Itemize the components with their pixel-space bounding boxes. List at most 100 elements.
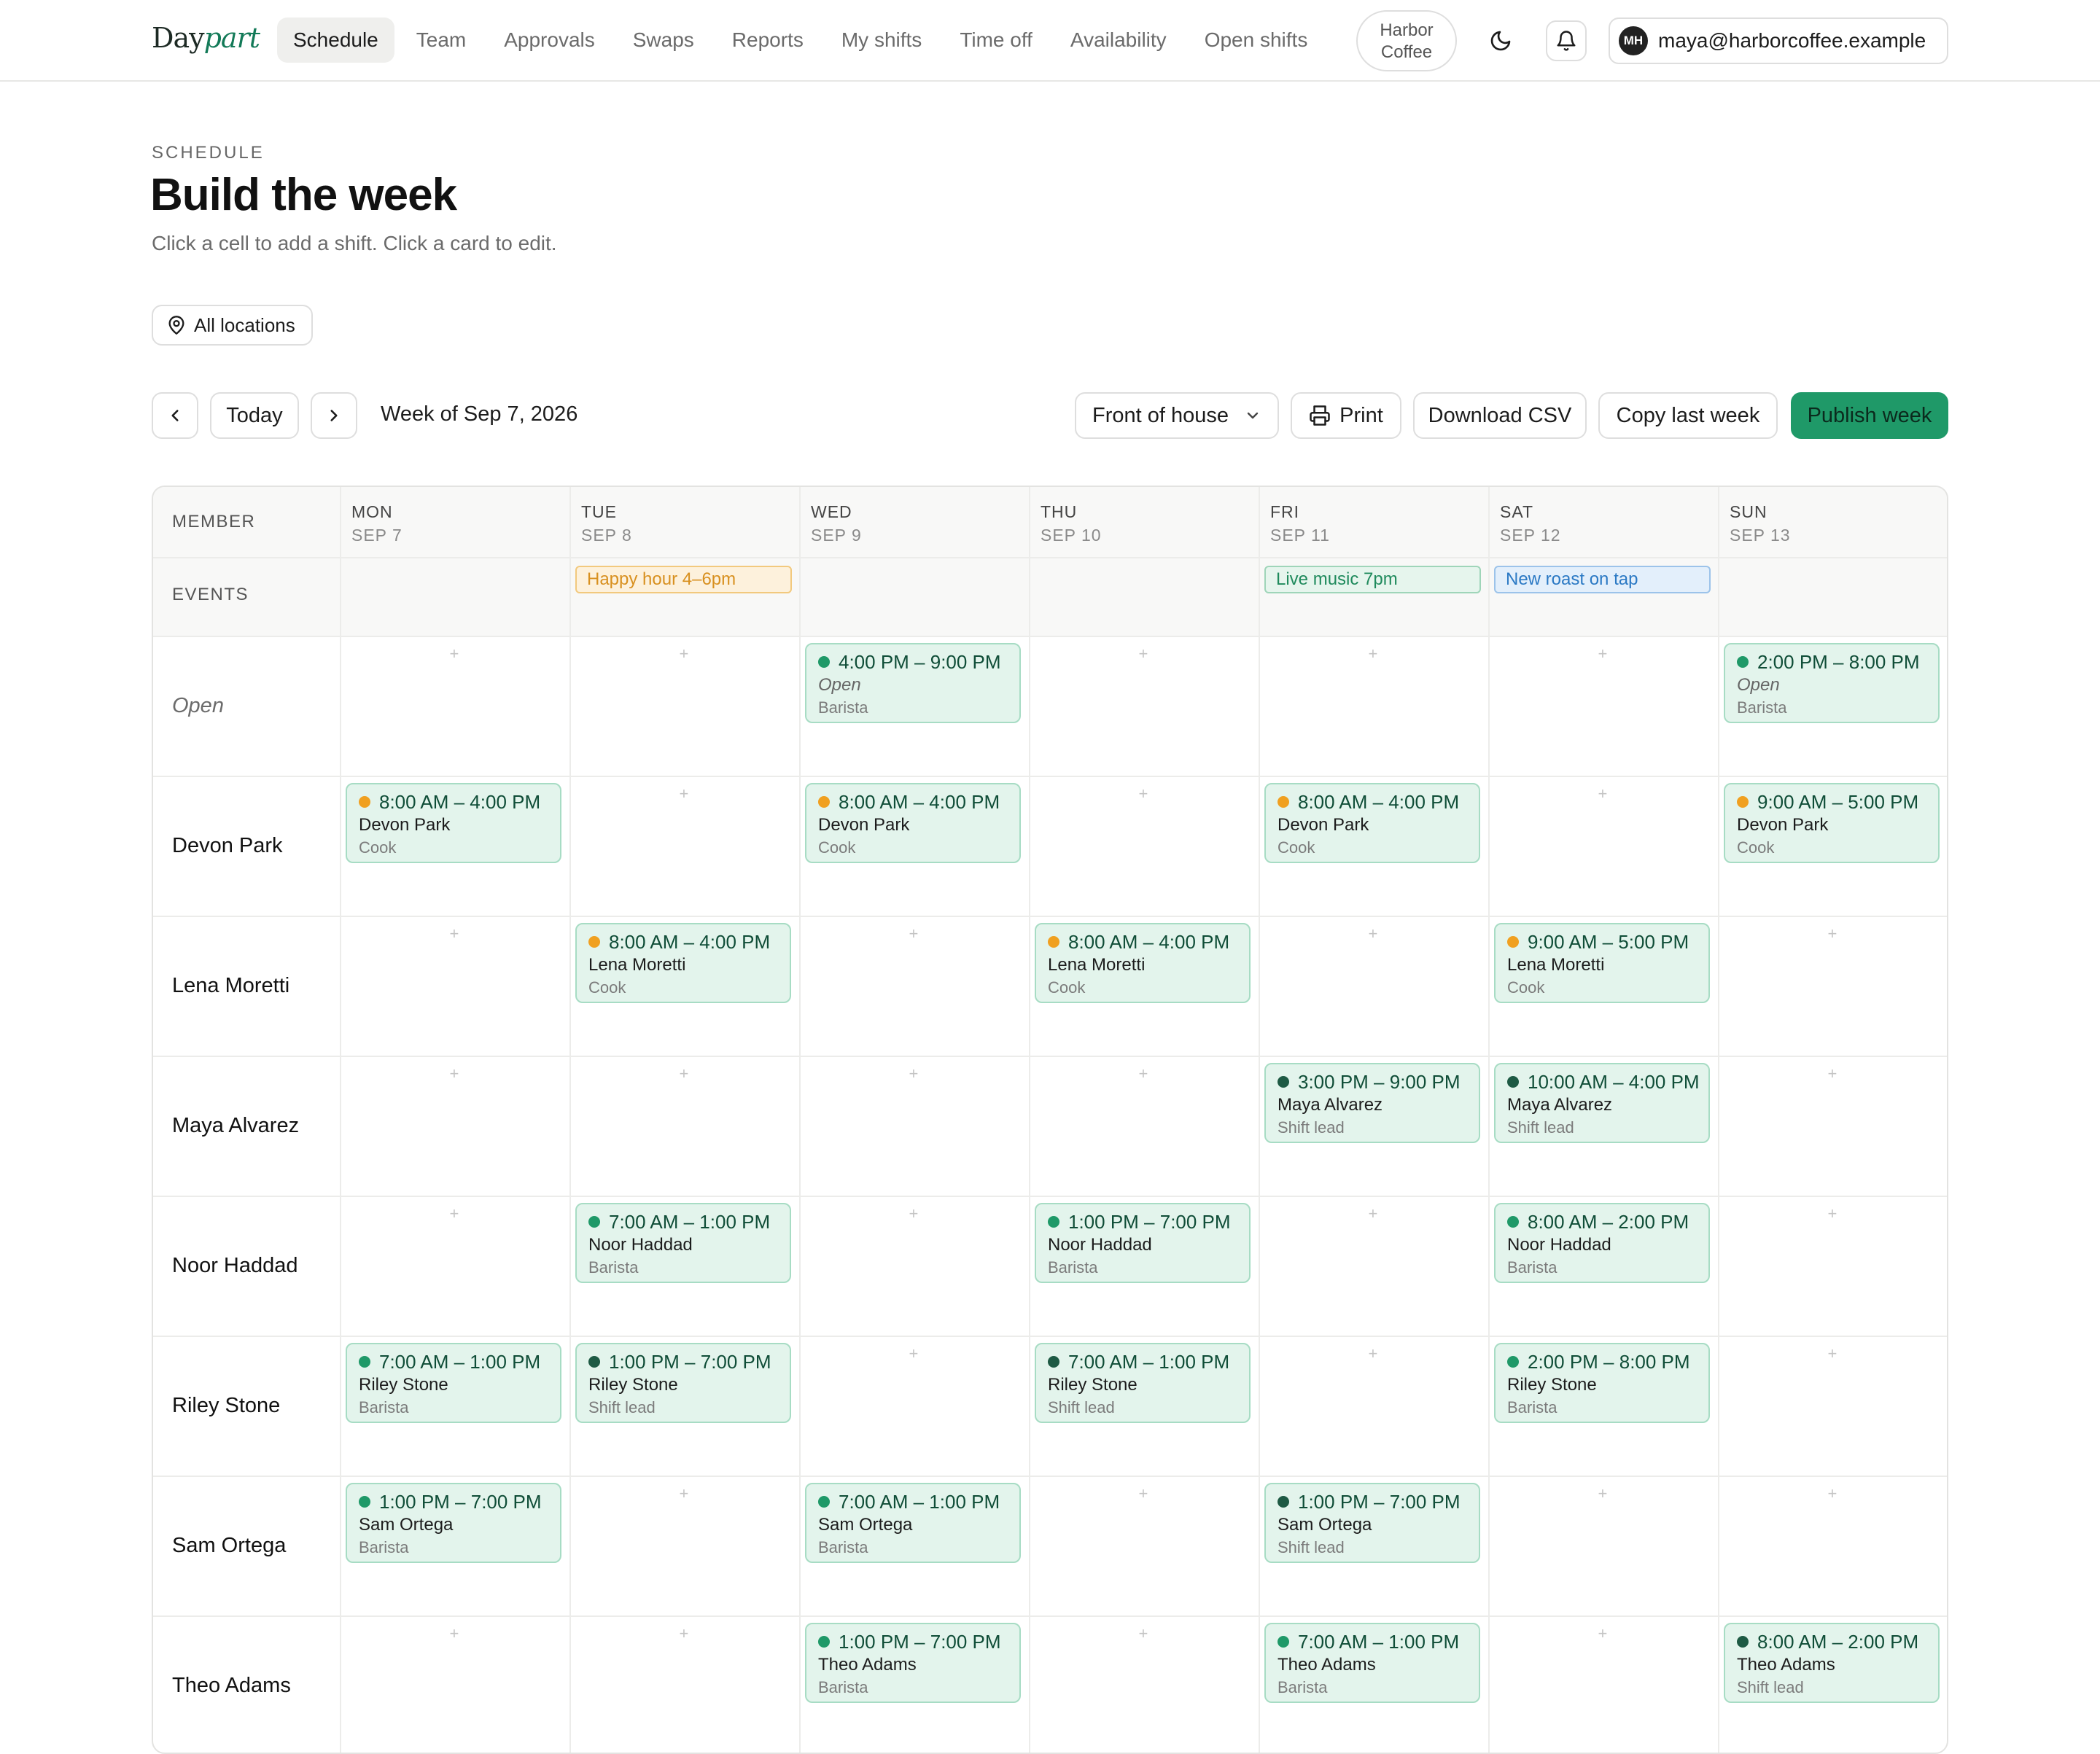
- shift-time: 4:00 PM – 9:00 PM: [818, 650, 1019, 674]
- print-button[interactable]: Print: [1291, 392, 1401, 439]
- shift-time: 7:00 AM – 1:00 PM: [588, 1210, 790, 1233]
- prev-week-button[interactable]: [152, 392, 198, 439]
- shift-card[interactable]: 7:00 AM – 1:00 PM Noor Haddad Barista: [575, 1203, 791, 1283]
- event-tag[interactable]: New roast on tap: [1494, 566, 1711, 593]
- notifications-button[interactable]: [1546, 20, 1587, 61]
- shift-card[interactable]: 8:00 AM – 2:00 PM Noor Haddad Barista: [1494, 1203, 1710, 1283]
- add-shift-icon[interactable]: +: [680, 1624, 689, 1643]
- add-shift-icon[interactable]: +: [450, 1624, 459, 1643]
- nav-time-off[interactable]: Time off: [944, 17, 1049, 63]
- shift-time: 8:00 AM – 4:00 PM: [588, 930, 790, 954]
- shift-time-text: 9:00 AM – 5:00 PM: [1528, 931, 1689, 953]
- add-shift-icon[interactable]: +: [1369, 644, 1378, 663]
- shift-assignee: Sam Ortega: [359, 1515, 454, 1535]
- shift-assignee: Lena Moretti: [1507, 955, 1605, 975]
- user-menu-button[interactable]: MH maya@harborcoffee.example: [1609, 17, 1948, 64]
- event-tag[interactable]: Live music 7pm: [1264, 566, 1481, 593]
- shift-time: 8:00 AM – 4:00 PM: [1278, 790, 1479, 814]
- day-date: SEP 8: [581, 526, 632, 545]
- shift-card[interactable]: 1:00 PM – 7:00 PM Noor Haddad Barista: [1035, 1203, 1251, 1283]
- row-divider: [153, 1615, 1947, 1617]
- shift-card[interactable]: 10:00 AM – 4:00 PM Maya Alvarez Shift lead: [1494, 1063, 1710, 1143]
- shift-card[interactable]: 7:00 AM – 1:00 PM Theo Adams Barista: [1264, 1623, 1480, 1703]
- add-shift-icon[interactable]: +: [1828, 1344, 1838, 1363]
- shift-card[interactable]: 7:00 AM – 1:00 PM Sam Ortega Barista: [805, 1483, 1021, 1563]
- today-button[interactable]: Today: [210, 392, 299, 439]
- shift-card[interactable]: 8:00 AM – 4:00 PM Devon Park Cook: [346, 783, 561, 863]
- add-shift-icon[interactable]: +: [1139, 1624, 1148, 1643]
- add-shift-icon[interactable]: +: [909, 924, 919, 943]
- shift-card[interactable]: 8:00 AM – 4:00 PM Lena Moretti Cook: [575, 923, 791, 1003]
- nav-swaps[interactable]: Swaps: [617, 17, 710, 63]
- add-shift-icon[interactable]: +: [1139, 1484, 1148, 1503]
- shift-card[interactable]: 1:00 PM – 7:00 PM Sam Ortega Shift lead: [1264, 1483, 1480, 1563]
- add-shift-icon[interactable]: +: [450, 1064, 459, 1083]
- shift-card[interactable]: 7:00 AM – 1:00 PM Riley Stone Shift lead: [1035, 1343, 1251, 1423]
- shift-card[interactable]: 1:00 PM – 7:00 PM Theo Adams Barista: [805, 1623, 1021, 1703]
- add-shift-icon[interactable]: +: [450, 644, 459, 663]
- add-shift-icon[interactable]: +: [909, 1204, 919, 1223]
- row-divider: [153, 636, 1947, 637]
- shift-assignee: Open: [1737, 675, 1780, 695]
- add-shift-icon[interactable]: +: [450, 1204, 459, 1223]
- shift-time-text: 2:00 PM – 8:00 PM: [1528, 1351, 1690, 1373]
- add-shift-icon[interactable]: +: [1369, 924, 1378, 943]
- area-select[interactable]: Front of house: [1075, 392, 1279, 439]
- add-shift-icon[interactable]: +: [1598, 1624, 1608, 1643]
- add-shift-icon[interactable]: +: [1828, 1064, 1838, 1083]
- shift-card[interactable]: 8:00 AM – 4:00 PM Devon Park Cook: [805, 783, 1021, 863]
- shift-card[interactable]: 3:00 PM – 9:00 PM Maya Alvarez Shift lead: [1264, 1063, 1480, 1143]
- add-shift-icon[interactable]: +: [1828, 1204, 1838, 1223]
- download-csv-button[interactable]: Download CSV: [1413, 392, 1587, 439]
- add-shift-icon[interactable]: +: [1598, 784, 1608, 803]
- day-name: MON: [351, 502, 393, 521]
- shift-time-text: 1:00 PM – 7:00 PM: [1298, 1491, 1461, 1513]
- add-shift-icon[interactable]: +: [909, 1064, 919, 1083]
- theme-toggle-button[interactable]: [1480, 20, 1521, 61]
- add-shift-icon[interactable]: +: [1369, 1344, 1378, 1363]
- add-shift-icon[interactable]: +: [680, 644, 689, 663]
- nav-team[interactable]: Team: [400, 17, 482, 63]
- add-shift-icon[interactable]: +: [1369, 1204, 1378, 1223]
- shift-card[interactable]: 2:00 PM – 8:00 PM Riley Stone Barista: [1494, 1343, 1710, 1423]
- shift-card[interactable]: 9:00 AM – 5:00 PM Lena Moretti Cook: [1494, 923, 1710, 1003]
- add-shift-icon[interactable]: +: [450, 924, 459, 943]
- publish-week-button[interactable]: Publish week: [1791, 392, 1948, 439]
- add-shift-icon[interactable]: +: [1828, 1484, 1838, 1503]
- shift-card[interactable]: 7:00 AM – 1:00 PM Riley Stone Barista: [346, 1343, 561, 1423]
- add-shift-icon[interactable]: +: [680, 1064, 689, 1083]
- event-tag[interactable]: Happy hour 4–6pm: [575, 566, 792, 593]
- shift-card[interactable]: 1:00 PM – 7:00 PM Riley Stone Shift lead: [575, 1343, 791, 1423]
- nav-approvals[interactable]: Approvals: [488, 17, 611, 63]
- copy-last-week-button[interactable]: Copy last week: [1598, 392, 1778, 439]
- add-shift-icon[interactable]: +: [680, 784, 689, 803]
- shift-card[interactable]: 8:00 AM – 4:00 PM Devon Park Cook: [1264, 783, 1480, 863]
- shift-card[interactable]: 2:00 PM – 8:00 PM Open Barista: [1724, 643, 1940, 723]
- add-shift-icon[interactable]: +: [1139, 1064, 1148, 1083]
- add-shift-icon[interactable]: +: [680, 1484, 689, 1503]
- shift-card[interactable]: 4:00 PM – 9:00 PM Open Barista: [805, 643, 1021, 723]
- shift-card[interactable]: 8:00 AM – 2:00 PM Theo Adams Shift lead: [1724, 1623, 1940, 1703]
- shift-card[interactable]: 9:00 AM – 5:00 PM Devon Park Cook: [1724, 783, 1940, 863]
- nav-reports[interactable]: Reports: [716, 17, 820, 63]
- add-shift-icon[interactable]: +: [1828, 924, 1838, 943]
- nav-availability[interactable]: Availability: [1054, 17, 1183, 63]
- app-logo[interactable]: Daypart: [152, 22, 260, 54]
- nav-schedule[interactable]: Schedule: [277, 17, 394, 63]
- nav-open-shifts[interactable]: Open shifts: [1189, 17, 1324, 63]
- add-shift-icon[interactable]: +: [1139, 784, 1148, 803]
- nav-my-shifts[interactable]: My shifts: [825, 17, 938, 63]
- shift-time-text: 8:00 AM – 2:00 PM: [1528, 1211, 1689, 1233]
- status-dot: [1278, 1076, 1289, 1088]
- add-shift-icon[interactable]: +: [1139, 644, 1148, 663]
- location-filter-button[interactable]: All locations: [152, 305, 313, 346]
- shift-card[interactable]: 1:00 PM – 7:00 PM Sam Ortega Barista: [346, 1483, 561, 1563]
- add-shift-icon[interactable]: +: [1598, 644, 1608, 663]
- shift-card[interactable]: 8:00 AM – 4:00 PM Lena Moretti Cook: [1035, 923, 1251, 1003]
- org-switcher[interactable]: Harbor Coffee: [1356, 10, 1457, 71]
- next-week-button[interactable]: [311, 392, 357, 439]
- shift-role: Barista: [1737, 698, 1787, 717]
- shift-assignee: Riley Stone: [359, 1375, 448, 1395]
- add-shift-icon[interactable]: +: [909, 1344, 919, 1363]
- add-shift-icon[interactable]: +: [1598, 1484, 1608, 1503]
